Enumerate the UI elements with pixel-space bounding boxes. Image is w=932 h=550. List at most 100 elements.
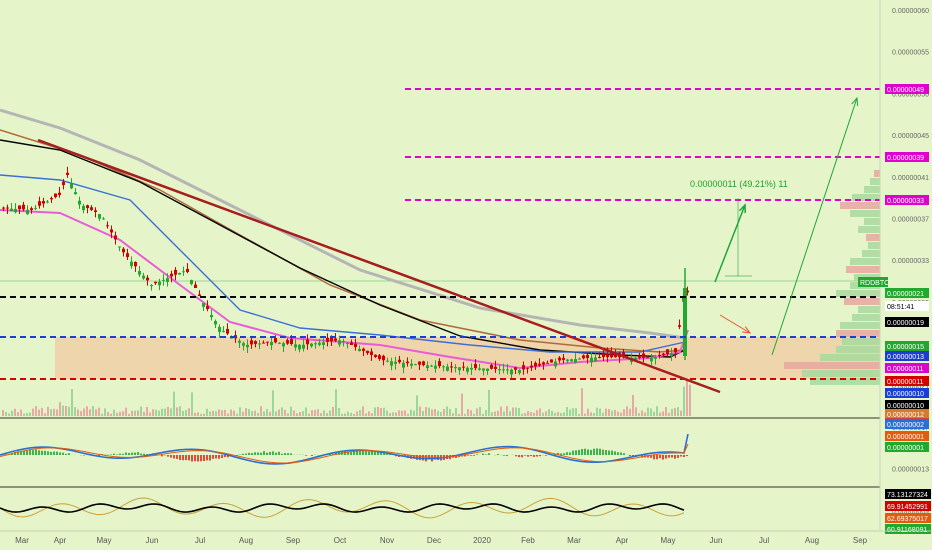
volume-bar (548, 409, 550, 416)
x-tick-label: Aug (239, 536, 253, 545)
price-tag-label: RDDBTC (860, 280, 889, 287)
candle-body (454, 367, 457, 369)
volume-bar (254, 410, 256, 416)
volume-bar (650, 408, 652, 416)
volume-bar (236, 413, 238, 416)
macd-hist (623, 453, 625, 455)
macd-hist (497, 453, 499, 455)
price-tag-label: 0.00000019 (887, 320, 924, 327)
volume-bar (299, 412, 301, 416)
volume-bar (488, 389, 490, 416)
volume-bar (116, 412, 118, 416)
volume-bar (404, 410, 406, 416)
volume-bar (377, 406, 379, 416)
candle-body (426, 365, 429, 369)
volume-bar (359, 410, 361, 416)
volume-bar (584, 413, 586, 416)
volume-bar (332, 407, 334, 416)
macd-hist (515, 455, 517, 457)
candle-body (522, 365, 525, 370)
macd-hist (131, 452, 133, 455)
candle-body (218, 327, 221, 332)
candle-body (574, 358, 577, 363)
volume-bar (320, 413, 322, 416)
x-tick-label: Aug (805, 536, 819, 545)
macd-hist (575, 450, 577, 455)
volume-bar (530, 411, 532, 416)
volume-bar (86, 406, 88, 416)
candle-body (598, 356, 601, 358)
volume-bar (416, 395, 418, 416)
price-tag-label: 0.00000013 (887, 354, 924, 361)
macd-hist (53, 451, 55, 455)
volume-bar (665, 407, 667, 416)
volume-bar (644, 412, 646, 416)
volume-bar (446, 406, 448, 416)
macd-hist (671, 455, 673, 458)
volume-bar (515, 407, 517, 416)
candle-body (286, 340, 289, 344)
candle-body (554, 361, 557, 367)
macd-hist (110, 454, 112, 455)
macd-hist (566, 452, 568, 455)
volume-bar (497, 410, 499, 416)
volume-bar (545, 411, 547, 416)
macd-hist (374, 452, 376, 455)
volume-bar (428, 407, 430, 416)
volume-bar (290, 406, 292, 416)
candle-body (106, 225, 109, 227)
volume-bar (302, 411, 304, 416)
x-tick-label: May (660, 536, 675, 545)
volume-bar (509, 411, 511, 416)
candle-body (366, 350, 369, 353)
volume-bar (533, 412, 535, 416)
rsi-tag-label: 62.69375017 (887, 516, 928, 523)
volume-bar (44, 413, 46, 416)
macd-hist (593, 448, 595, 455)
profile-bar (844, 298, 880, 305)
macd-hist (530, 455, 532, 457)
candle-body (310, 343, 313, 347)
volume-bar (581, 388, 583, 416)
chart-svg[interactable]: 0.000000600.000000550.000000500.00000045… (0, 0, 932, 550)
measure-annotation: 0.00000011 (49.21%) 11 (690, 179, 788, 189)
macd-hist (488, 453, 490, 455)
candle-body (326, 337, 329, 342)
candle-body (510, 369, 513, 375)
volume-bar (380, 408, 382, 416)
macd-hist (578, 449, 580, 455)
macd-hist (65, 453, 67, 455)
candle-body (246, 344, 249, 348)
volume-bar (68, 406, 70, 416)
volume-bar (338, 407, 340, 416)
candle-body (238, 340, 241, 343)
macd-hist (545, 455, 547, 456)
candle-body (518, 369, 521, 374)
volume-bar (578, 413, 580, 416)
macd-hist (59, 452, 61, 455)
macd-hist (170, 455, 172, 458)
volume-bar (266, 409, 268, 416)
x-tick-label: Jul (759, 536, 769, 545)
volume-bar (212, 410, 214, 416)
profile-bar (840, 202, 880, 209)
macd-hist (287, 453, 289, 455)
candle-body (270, 342, 273, 346)
macd-hist (527, 455, 529, 457)
candle-body (318, 342, 321, 345)
macd-hist (239, 454, 241, 455)
candle-body (362, 348, 365, 351)
candle-body (526, 367, 529, 369)
macd-hist (224, 455, 226, 458)
candle-body (158, 281, 161, 286)
candle-body (502, 369, 505, 371)
candle-body (206, 306, 209, 309)
macd-tag-label: 0.00000001 (887, 445, 924, 452)
y-tick-label: 0.00000060 (892, 8, 929, 15)
chart-root[interactable]: 0.00000060 0.00000055 0.00000050 0.00000045… (0, 0, 932, 550)
candle-body (182, 271, 185, 273)
candle-body (46, 201, 49, 203)
level-tag-label: 0.00000033 (887, 198, 924, 205)
volume-bar (434, 408, 436, 416)
volume-bar (143, 411, 145, 416)
